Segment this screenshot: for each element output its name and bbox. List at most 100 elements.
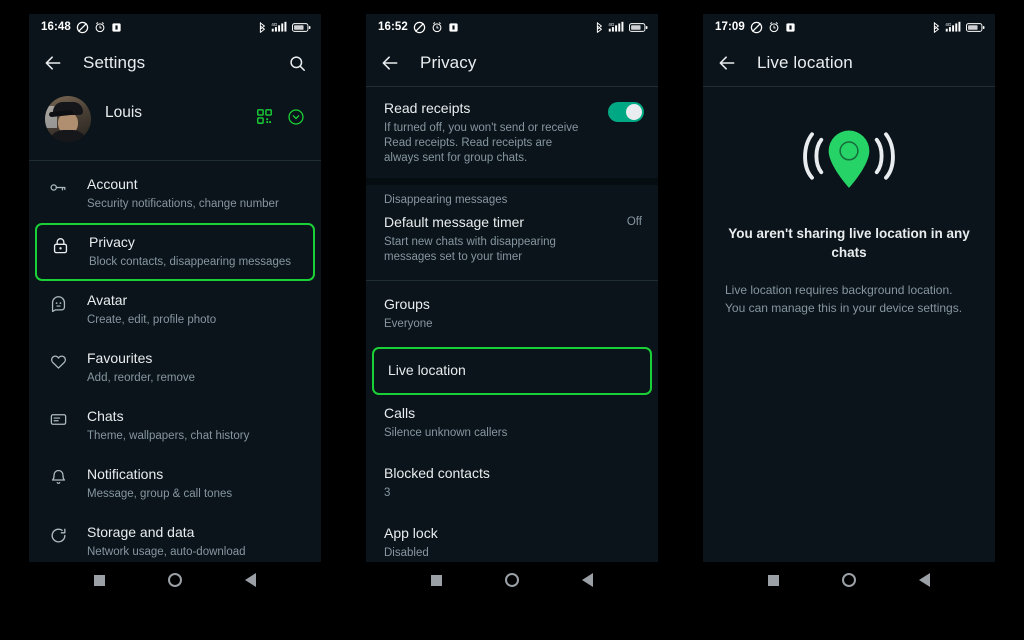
svg-text:4G: 4G	[271, 21, 277, 26]
bluetooth-icon	[933, 21, 939, 33]
item-title: App lock	[384, 524, 438, 541]
read-receipts-title: Read receipts	[384, 100, 471, 116]
back-triangle-icon[interactable]	[918, 573, 930, 587]
settings-item-privacy[interactable]: Privacy Block contacts, disappearing mes…	[35, 222, 315, 281]
privacy-item-live-location[interactable]: Live location	[372, 346, 652, 395]
item-subtitle: Everyone	[384, 317, 433, 330]
battery-icon	[966, 22, 985, 32]
profile-row[interactable]: Louis	[29, 86, 321, 156]
recents-square-icon[interactable]	[94, 574, 106, 586]
settings-item-subtitle: Theme, wallpapers, chat history	[87, 429, 250, 442]
dnd-icon	[750, 21, 763, 33]
android-nav-bar	[366, 562, 658, 598]
screenshot-stage: 16:48 4G Settings Louis Account Security…	[0, 0, 1024, 640]
alarm-icon	[432, 22, 442, 33]
settings-item-text: Favourites Add, reorder, remove	[87, 350, 305, 386]
read-receipts-text: Read receipts If turned off, you won't s…	[384, 100, 590, 166]
back-arrow-icon[interactable]	[380, 53, 400, 73]
dnd-icon	[76, 21, 89, 33]
privacy-item-blocked-contacts[interactable]: Blocked contacts 3	[366, 452, 658, 512]
privacy-item-default-message-timer[interactable]: Default message timer Start new chats wi…	[366, 208, 658, 276]
item-text: Groups Everyone	[384, 296, 642, 332]
settings-item-avatar[interactable]: Avatar Create, edit, profile photo	[29, 281, 321, 339]
dnd-icon	[413, 21, 426, 33]
settings-item-account[interactable]: Account Security notifications, change n…	[29, 165, 321, 223]
settings-item-storage-and-data[interactable]: Storage and data Network usage, auto-dow…	[29, 513, 321, 562]
app-badge-icon	[112, 22, 121, 32]
bluetooth-icon	[259, 21, 265, 33]
settings-item-chats[interactable]: Chats Theme, wallpapers, chat history	[29, 397, 321, 455]
profile-divider	[29, 160, 321, 161]
home-circle-icon[interactable]	[504, 573, 519, 587]
empty-state-heading: You aren't sharing live location in any …	[728, 226, 970, 260]
status-bar: 16:48 4G	[29, 14, 321, 40]
back-arrow-icon[interactable]	[717, 53, 737, 73]
status-time: 16:48	[41, 21, 71, 33]
settings-item-title: Notifications	[87, 465, 164, 482]
settings-item-title: Avatar	[87, 291, 128, 308]
recents-square-icon[interactable]	[768, 574, 780, 586]
status-bar-right: 4G	[594, 21, 648, 34]
status-bar: 17:09 4G	[703, 14, 995, 40]
settings-item-title: Favourites	[87, 349, 153, 366]
settings-item-title: Privacy	[89, 233, 135, 250]
settings-list: Louis Account Security notifications, ch…	[29, 86, 321, 562]
section-header-disappearing-messages: Disappearing messages	[384, 193, 508, 206]
lock-icon	[49, 234, 71, 255]
item-text: Default message timer Start new chats wi…	[384, 214, 603, 265]
status-bar-right: 4G	[931, 21, 985, 34]
privacy-item-calls[interactable]: Calls Silence unknown callers	[366, 395, 658, 452]
item-text: Blocked contacts 3	[384, 465, 642, 501]
bell-icon	[47, 466, 69, 487]
item-subtitle: Start new chats with disappearing messag…	[384, 235, 556, 263]
qr-code-icon[interactable]	[256, 108, 273, 130]
settings-item-subtitle: Network usage, auto-download	[87, 545, 246, 558]
privacy-item-groups[interactable]: Groups Everyone	[366, 285, 658, 343]
signal-4g-icon: 4G	[608, 21, 624, 32]
privacy-item-app-lock[interactable]: App lock Disabled	[366, 512, 658, 563]
row-divider	[366, 279, 658, 281]
empty-state: You aren't sharing live location in any …	[703, 91, 995, 317]
live-location-body: You aren't sharing live location in any …	[703, 86, 995, 562]
android-nav-bar	[29, 562, 321, 598]
settings-item-title: Chats	[87, 407, 124, 424]
battery-icon	[629, 22, 648, 32]
status-bar-left: 17:09	[715, 21, 796, 34]
home-circle-icon[interactable]	[167, 573, 182, 587]
avatar-icon	[47, 292, 69, 313]
settings-item-favourites[interactable]: Favourites Add, reorder, remove	[29, 339, 321, 397]
page-title: Live location	[757, 53, 853, 72]
phone-settings-screen: 16:48 4G Settings Louis Account Security…	[29, 14, 321, 598]
read-receipts-toggle[interactable]	[608, 102, 644, 122]
settings-item-notifications[interactable]: Notifications Message, group & call tone…	[29, 455, 321, 513]
app-badge-icon	[786, 22, 795, 32]
signal-4g-icon: 4G	[271, 21, 287, 32]
status-bar-right: 4G	[257, 21, 311, 34]
status-time: 16:52	[378, 21, 408, 33]
alarm-icon	[769, 22, 779, 33]
status-bar-left: 16:52	[378, 21, 459, 34]
privacy-app-bar: Privacy	[366, 40, 658, 86]
settings-item-text: Notifications Message, group & call tone…	[87, 466, 305, 502]
top-divider	[703, 86, 995, 87]
back-triangle-icon[interactable]	[244, 573, 256, 587]
home-circle-icon[interactable]	[841, 573, 856, 587]
chat-icon	[47, 408, 69, 429]
back-triangle-icon[interactable]	[581, 573, 593, 587]
chevron-down-circle-icon[interactable]	[287, 108, 305, 131]
recents-square-icon[interactable]	[431, 574, 443, 586]
profile-text: Louis	[105, 104, 242, 134]
item-subtitle: Disabled	[384, 546, 429, 559]
search-icon[interactable]	[288, 54, 307, 73]
read-receipts-subtitle: If turned off, you won't send or receive…	[384, 122, 579, 164]
back-arrow-icon[interactable]	[43, 53, 63, 73]
settings-item-text: Avatar Create, edit, profile photo	[87, 292, 305, 328]
phone-privacy-screen: 16:52 4G Privacy Read receipts If turned…	[366, 14, 658, 598]
item-text: Live location	[388, 362, 638, 380]
item-title: Calls	[384, 404, 416, 421]
settings-item-subtitle: Create, edit, profile photo	[87, 313, 217, 326]
privacy-item-read-receipts[interactable]: Read receipts If turned off, you won't s…	[366, 91, 658, 178]
avatar	[45, 96, 91, 142]
bluetooth-icon	[596, 21, 602, 33]
settings-item-text: Account Security notifications, change n…	[87, 176, 305, 212]
